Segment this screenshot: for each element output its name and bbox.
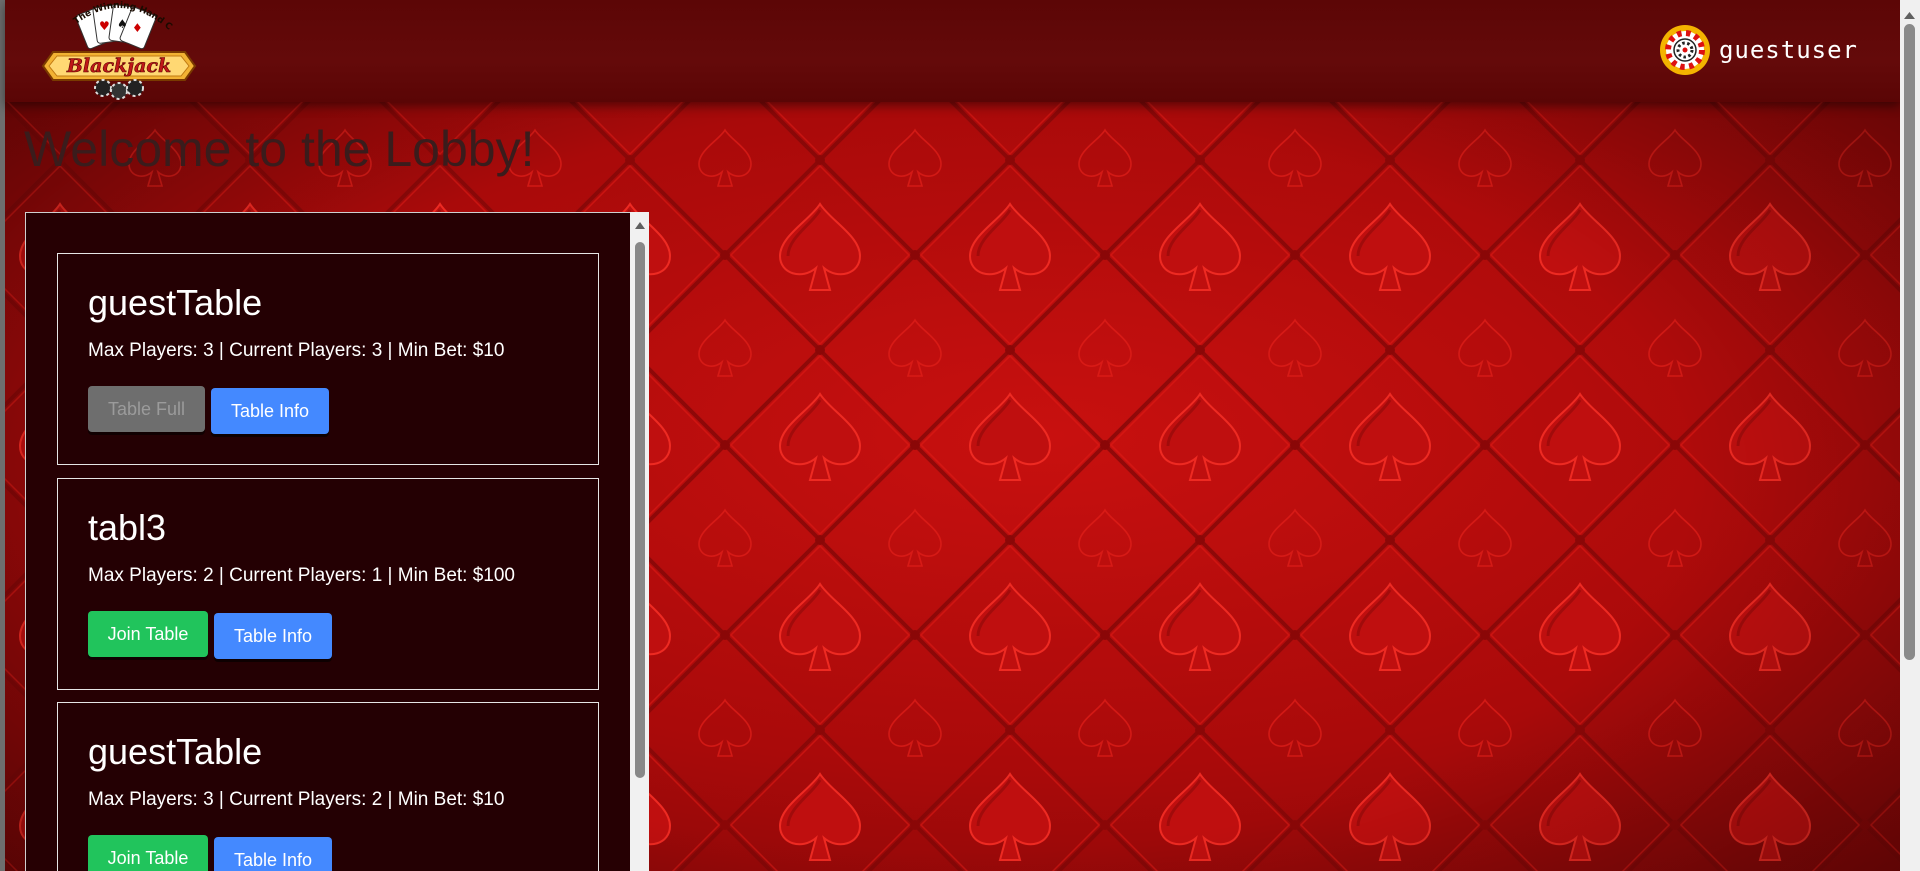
table-details: Max Players: 3 | Current Players: 3 | Mi…	[88, 340, 505, 361]
logo-text: Blackjack	[66, 55, 171, 77]
user-menu[interactable]: guestuser	[1659, 24, 1858, 76]
join-table-button[interactable]: Join Table	[88, 835, 208, 871]
table-info-button[interactable]: Table Info	[211, 388, 329, 434]
page-title: Welcome to the Lobby!	[24, 121, 535, 177]
scroll-up-arrow-icon[interactable]	[630, 218, 649, 232]
table-full-button[interactable]: Table Full	[88, 386, 205, 432]
page-scroll-up-arrow-icon[interactable]	[1904, 6, 1915, 24]
table-card: guestTable Max Players: 3 | Current Play…	[57, 702, 599, 871]
table-name: guestTable	[88, 731, 263, 772]
table-name: guestTable	[88, 282, 263, 323]
table-list-scrollbar[interactable]	[630, 212, 649, 871]
svg-text:♠: ♠	[117, 17, 128, 31]
table-name: tabl3	[88, 507, 167, 548]
table-card: tabl3 Max Players: 2 | Current Players: …	[57, 478, 599, 690]
table-list[interactable]: guestTable Max Players: 3 | Current Play…	[25, 212, 631, 871]
table-info-button[interactable]: Table Info	[214, 613, 332, 659]
table-details: Max Players: 3 | Current Players: 2 | Mi…	[88, 789, 505, 810]
table-card: guestTable Max Players: 3 | Current Play…	[57, 253, 599, 465]
roulette-chip-icon	[1659, 25, 1710, 75]
page-scroll-thumb[interactable]	[1904, 24, 1915, 660]
scroll-thumb[interactable]	[635, 242, 645, 778]
username-label[interactable]: guestuser	[1719, 36, 1858, 64]
svg-text:♥: ♥	[99, 19, 110, 33]
table-details: Max Players: 2 | Current Players: 1 | Mi…	[88, 565, 515, 586]
blackjack-logo[interactable]: ♥ ♠ ♦ The Winning Hand Co. Blackjack	[36, 0, 199, 100]
table-info-button[interactable]: Table Info	[214, 837, 332, 871]
chips-icon	[94, 79, 144, 100]
top-header: ♥ ♠ ♦ The Winning Hand Co. Blackjack	[5, 0, 1900, 102]
join-table-button[interactable]: Join Table	[88, 611, 208, 657]
page-scrollbar[interactable]	[1900, 0, 1920, 871]
svg-text:♦: ♦	[132, 21, 143, 35]
